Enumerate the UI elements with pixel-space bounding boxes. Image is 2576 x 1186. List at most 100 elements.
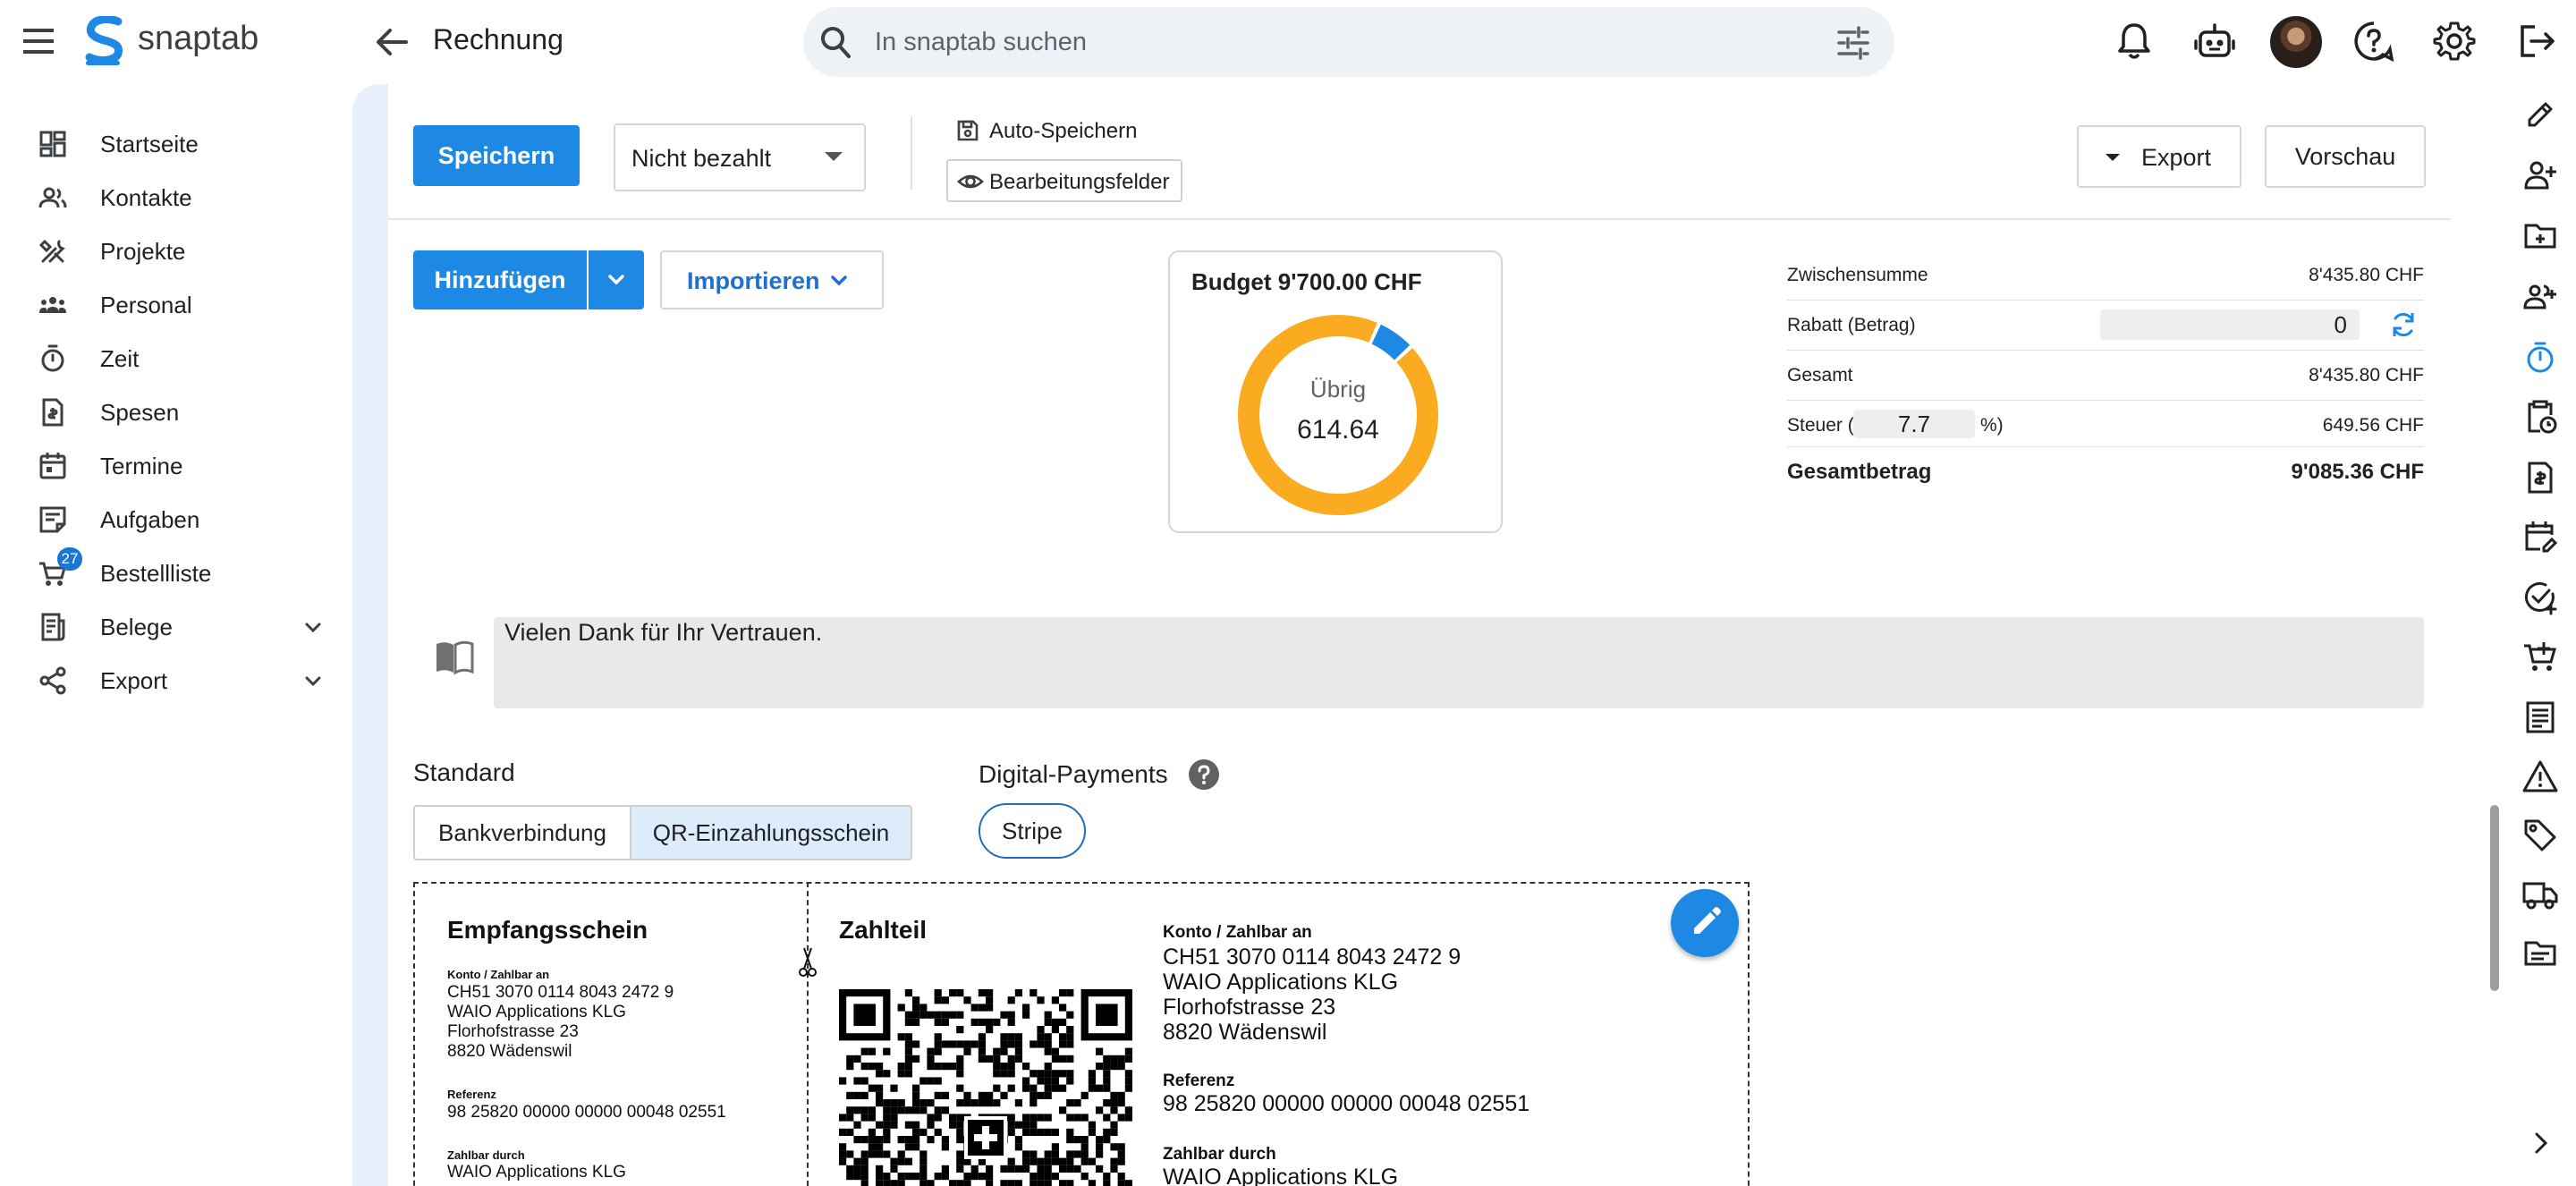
app-name: snaptab — [138, 20, 259, 57]
budget-remaining-value: 614.64 — [1297, 415, 1379, 445]
menu-icon[interactable] — [20, 23, 59, 59]
sidebar-item-kontakte[interactable]: Kontakte — [0, 172, 349, 224]
people-icon — [38, 290, 68, 320]
payment-part-title: Zahlteil — [839, 916, 928, 944]
add-group-icon[interactable] — [2522, 279, 2558, 315]
user-avatar[interactable] — [2270, 16, 2322, 68]
sidebar-item-personal[interactable]: Personal — [0, 279, 349, 331]
sidebar-item-label: Belege — [100, 614, 173, 640]
closing-note-text: Vielen Dank für Ihr Vertrauen. — [504, 619, 823, 646]
sidebar-item-bestellliste[interactable]: Bestellliste — [0, 547, 349, 599]
toggle-qr-slip[interactable]: QR-Einzahlungsschein — [630, 805, 912, 860]
sidebar-item-export[interactable]: Export — [0, 655, 349, 707]
import-button[interactable]: Importieren — [660, 250, 884, 309]
tax-label-suffix: %) — [1980, 415, 2004, 436]
receipt-creditor-street: Florhofstrasse 23 — [447, 1022, 579, 1041]
chevron-down-icon — [826, 268, 852, 293]
digital-payments-label: Digital-Payments — [979, 760, 1168, 788]
budget-title: Budget 9'700.00 CHF — [1191, 268, 1422, 295]
warning-icon[interactable] — [2522, 758, 2558, 794]
sidebar-item-aufgaben[interactable]: Aufgaben — [0, 494, 349, 546]
total-value: 8'435.80 CHF — [2309, 365, 2424, 385]
sidebar-item-belege[interactable]: Belege — [0, 601, 349, 653]
scrollbar-thumb[interactable] — [2490, 805, 2499, 991]
list-document-icon[interactable] — [2522, 699, 2558, 735]
payment-payable-by: WAIO Applications KLG — [1163, 1165, 1399, 1186]
timer-icon[interactable] — [2522, 340, 2558, 376]
robot-assistant-icon[interactable] — [2193, 20, 2236, 63]
task-icon — [38, 504, 68, 535]
grand-total-value: 9'085.36 CHF — [2291, 460, 2424, 484]
tax-row: Steuer ( 7.7 %) 649.56 CHF — [1787, 401, 2424, 447]
sidebar-item-label: Startseite — [100, 131, 199, 157]
chevron-right-icon[interactable] — [2522, 1125, 2558, 1161]
payment-creditor-name: WAIO Applications KLG — [1163, 970, 1399, 995]
total-label: Gesamt — [1787, 365, 1853, 385]
folder-document-icon[interactable] — [2522, 936, 2558, 971]
snaptab-logo[interactable] — [82, 16, 129, 66]
sidebar-item-zeit[interactable]: Zeit — [0, 333, 349, 385]
chevron-down-icon — [604, 267, 629, 292]
search-input[interactable] — [875, 21, 1805, 63]
filter-settings-icon[interactable] — [1835, 25, 1871, 61]
delivery-truck-icon[interactable] — [2522, 877, 2558, 912]
sidebar-item-label: Zeit — [100, 345, 140, 372]
add-person-icon[interactable] — [2522, 157, 2558, 193]
edit-fields-label: Bearbeitungsfelder — [989, 170, 1170, 194]
payment-status-select[interactable]: Nicht bezahlt — [614, 123, 866, 191]
eye-icon — [957, 169, 984, 194]
add-options-button[interactable] — [589, 250, 644, 309]
autosave-label[interactable]: Auto-Speichern — [989, 119, 1137, 144]
refresh-icon[interactable] — [2388, 309, 2419, 340]
receipt-creditor-name: WAIO Applications KLG — [447, 1003, 626, 1021]
tax-rate-input[interactable]: 7.7 — [1853, 410, 1975, 438]
toggle-bank-details[interactable]: Bankverbindung — [413, 805, 631, 860]
calendar-edit-icon[interactable] — [2522, 519, 2558, 555]
logout-icon[interactable] — [2515, 20, 2558, 63]
help-circle-icon[interactable] — [1188, 758, 1220, 791]
page-title: Rechnung — [433, 23, 564, 55]
export-button[interactable]: Export — [2077, 125, 2241, 188]
edit-pencil-button[interactable] — [1671, 889, 1739, 957]
new-folder-icon[interactable] — [2522, 218, 2558, 254]
chevron-down-icon[interactable] — [301, 669, 326, 694]
top-bar: snaptab Rechnung — [0, 0, 2576, 84]
dropdown-caret-icon — [825, 152, 843, 161]
add-item-button[interactable]: Hinzufügen — [413, 250, 587, 309]
search-icon[interactable] — [818, 22, 853, 62]
sidebar-item-startseite[interactable]: Startseite — [0, 118, 349, 170]
chevron-down-icon[interactable] — [301, 615, 326, 640]
sidebar-item-label: Aufgaben — [100, 506, 200, 533]
contacts-icon — [38, 182, 68, 213]
add-to-cart-icon[interactable] — [2522, 639, 2558, 674]
notification-bell-icon[interactable] — [2113, 20, 2156, 63]
save-button[interactable]: Speichern — [413, 125, 580, 186]
grand-total-row: Gesamtbetrag 9'085.36 CHF — [1787, 460, 2424, 496]
sidebar-item-label: Termine — [100, 453, 183, 479]
payment-iban: CH51 3070 0114 8043 2472 9 — [1163, 945, 1462, 970]
discount-input[interactable]: 0 — [2100, 309, 2360, 340]
sidebar-item-label: Kontakte — [100, 184, 192, 211]
clipboard-clock-icon[interactable] — [2522, 399, 2558, 435]
timer-icon — [38, 343, 68, 374]
tag-icon[interactable] — [2522, 817, 2558, 853]
receipt-account-heading: Konto / Zahlbar an — [447, 968, 550, 981]
help-icon[interactable] — [2352, 20, 2395, 63]
invoice-icon[interactable] — [2522, 460, 2558, 496]
pencil-icon[interactable] — [2522, 97, 2558, 132]
preview-button[interactable]: Vorschau — [2265, 125, 2426, 188]
back-arrow-icon[interactable] — [370, 21, 413, 63]
calendar-icon — [38, 451, 68, 481]
perforation-line — [807, 882, 809, 1186]
task-add-icon[interactable] — [2522, 580, 2558, 615]
edit-fields-toggle[interactable]: Bearbeitungsfelder — [946, 159, 1182, 202]
open-book-icon — [433, 635, 476, 678]
payment-status-value: Nicht bezahlt — [631, 145, 772, 172]
stripe-button[interactable]: Stripe — [979, 803, 1086, 859]
receipt-payable-by-heading: Zahlbar durch — [447, 1148, 525, 1162]
sidebar-item-projekte[interactable]: Projekte — [0, 225, 349, 277]
settings-gear-icon[interactable] — [2433, 20, 2476, 63]
sidebar-item-spesen[interactable]: Spesen — [0, 386, 349, 438]
payment-reference-heading: Referenz — [1163, 1072, 1235, 1090]
sidebar-item-termine[interactable]: Termine — [0, 440, 349, 492]
